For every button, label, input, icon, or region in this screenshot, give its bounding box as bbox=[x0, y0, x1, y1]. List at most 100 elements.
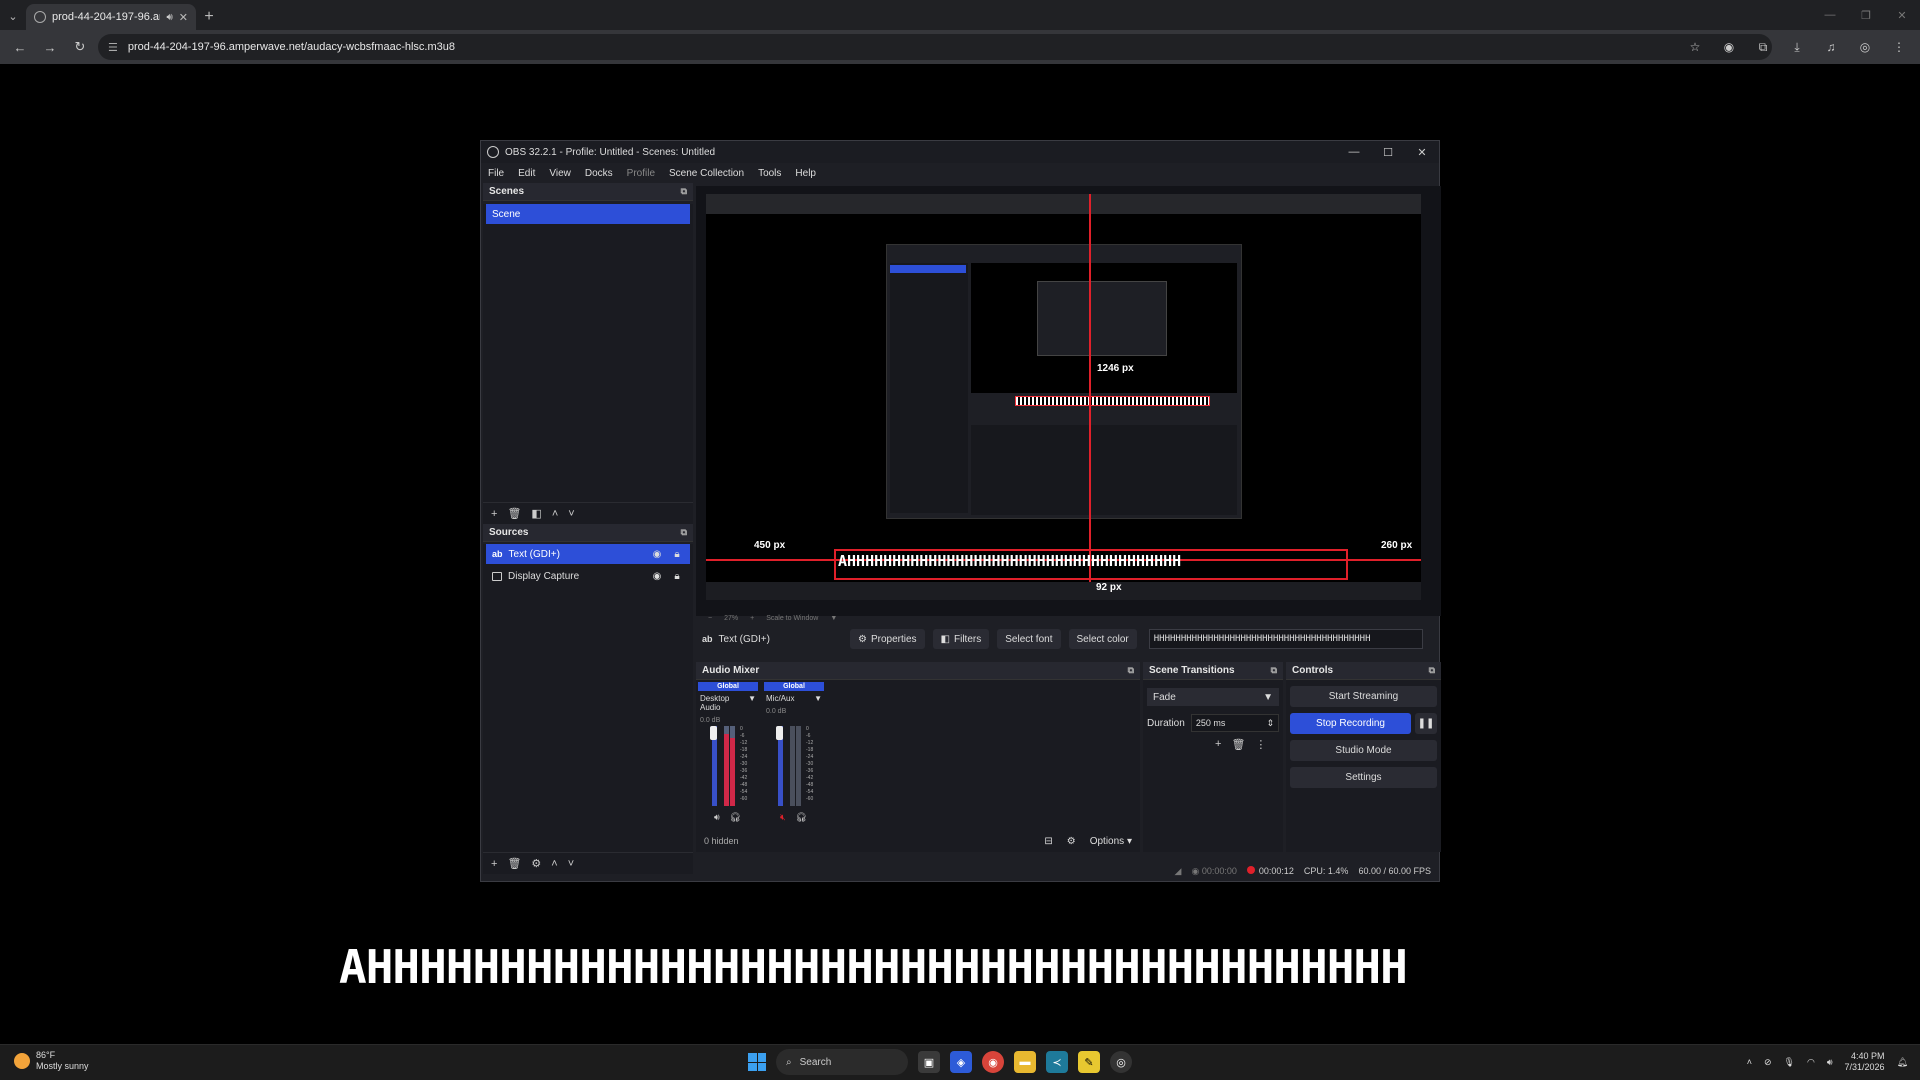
site-info-icon[interactable]: ☰ bbox=[108, 41, 118, 54]
menu-view[interactable]: View bbox=[549, 168, 571, 179]
tab-search-icon[interactable]: ⌄ bbox=[0, 2, 26, 30]
chevron-up-icon[interactable]: ˄ bbox=[1747, 1057, 1752, 1067]
hidden-count[interactable]: 0 hidden bbox=[704, 836, 739, 846]
headphones-icon[interactable]: 🎧︎ bbox=[796, 812, 807, 823]
forward-icon[interactable]: → bbox=[38, 35, 62, 59]
pause-recording-button[interactable]: ❚❚ bbox=[1415, 713, 1437, 734]
volume-meter[interactable]: 0 -6 -12 -18 -24 -30 -36 -42 -48 -54 -60 bbox=[710, 726, 747, 806]
properties-button[interactable]: ⚙ Properties bbox=[850, 629, 925, 649]
settings-button[interactable]: Settings bbox=[1290, 767, 1437, 788]
task-view-icon[interactable]: ▣ bbox=[918, 1051, 940, 1073]
profile-icon[interactable]: ◎ bbox=[1854, 35, 1876, 59]
options-button[interactable]: Options ▾ bbox=[1090, 836, 1132, 847]
scale-mode[interactable]: Scale to Window bbox=[766, 615, 818, 622]
weather-widget[interactable]: 86°F Mostly sunny bbox=[14, 1050, 89, 1072]
select-color-button[interactable]: Select color bbox=[1068, 629, 1137, 649]
start-streaming-button[interactable]: Start Streaming bbox=[1290, 686, 1437, 707]
new-tab-button[interactable]: + bbox=[196, 4, 222, 30]
undock-icon[interactable]: ⧉ bbox=[681, 527, 687, 538]
muted-speaker-icon[interactable]: 🔇︎ bbox=[780, 812, 786, 823]
zoom-out-icon[interactable]: − bbox=[708, 615, 712, 622]
clock[interactable]: 4:40 PM 7/31/2026 bbox=[1845, 1051, 1885, 1073]
address-bar[interactable]: ☰ prod-44-204-197-96.amperwave.net/audac… bbox=[98, 34, 1772, 60]
teams-icon[interactable]: ◈ bbox=[950, 1051, 972, 1073]
volume-slider-handle[interactable] bbox=[776, 726, 783, 740]
studio-mode-button[interactable]: Studio Mode bbox=[1290, 740, 1437, 761]
advanced-audio-icon[interactable]: ⚙ bbox=[1067, 836, 1076, 847]
source-item-display-capture[interactable]: Display Capture ◉ 🔒︎ bbox=[486, 566, 690, 586]
zoom-in-icon[interactable]: + bbox=[750, 615, 754, 622]
taskbar-search[interactable]: ⌕ Search bbox=[776, 1049, 908, 1075]
download-icon[interactable]: ⤓ bbox=[1786, 35, 1808, 59]
undock-icon[interactable]: ⧉ bbox=[1429, 665, 1435, 676]
bookmark-star-icon[interactable]: ☆ bbox=[1684, 35, 1706, 59]
maximize-icon[interactable]: ❐ bbox=[1848, 0, 1884, 30]
chevron-down-icon[interactable]: ▼ bbox=[830, 615, 837, 622]
transition-select[interactable]: Fade ▼ bbox=[1147, 688, 1279, 706]
menu-scene-collection[interactable]: Scene Collection bbox=[669, 168, 744, 179]
select-font-button[interactable]: Select font bbox=[997, 629, 1061, 649]
notifications-off-icon[interactable]: ⊘ bbox=[1764, 1057, 1772, 1068]
move-up-icon[interactable]: ˄ bbox=[552, 508, 558, 520]
microphone-icon[interactable]: 🎙︎ bbox=[1784, 1057, 1795, 1068]
volume-meter[interactable]: 0 -6 -12 -18 -24 -30 -36 -42 -48 -54 -60 bbox=[776, 726, 813, 806]
visibility-eye-icon[interactable]: ◉ bbox=[650, 571, 664, 582]
menu-file[interactable]: File bbox=[488, 168, 504, 179]
menu-icon[interactable]: ⋮ bbox=[1888, 35, 1910, 59]
volume-slider-handle[interactable] bbox=[710, 726, 717, 740]
layout-icon[interactable]: ⊟ bbox=[1044, 836, 1052, 847]
undock-icon[interactable]: ⧉ bbox=[1128, 665, 1134, 676]
start-icon[interactable] bbox=[748, 1053, 766, 1071]
obs-taskbar-icon[interactable]: ◎ bbox=[1110, 1051, 1132, 1073]
menu-tools[interactable]: Tools bbox=[758, 168, 781, 179]
notes-icon[interactable]: ✎ bbox=[1078, 1051, 1100, 1073]
more-icon[interactable]: ⋮ bbox=[1255, 738, 1266, 751]
close-tab-icon[interactable]: ✕ bbox=[179, 11, 188, 24]
obs-close-icon[interactable]: ✕ bbox=[1405, 146, 1439, 159]
filters-button[interactable]: ◧ Filters bbox=[932, 629, 990, 649]
obs-minimize-icon[interactable]: — bbox=[1337, 146, 1371, 159]
menu-edit[interactable]: Edit bbox=[518, 168, 535, 179]
source-item-text-gdi[interactable]: ab Text (GDI+) ◉ 🔒︎ bbox=[486, 544, 690, 564]
menu-profile[interactable]: Profile bbox=[627, 168, 655, 179]
spinner-icon[interactable]: ⇕ bbox=[1266, 718, 1274, 729]
obs-maximize-icon[interactable]: ☐ bbox=[1371, 146, 1405, 159]
chevron-down-icon[interactable]: ▼ bbox=[748, 694, 756, 712]
menu-docks[interactable]: Docks bbox=[585, 168, 613, 179]
notification-bell-icon[interactable]: 🔔︎ bbox=[1897, 1057, 1908, 1068]
minimize-icon[interactable]: — bbox=[1812, 0, 1848, 30]
filter-icon[interactable]: ◧ bbox=[531, 507, 541, 520]
chevron-down-icon[interactable]: ▼ bbox=[814, 694, 822, 703]
scene-item[interactable]: Scene bbox=[486, 204, 690, 224]
undock-icon[interactable]: ⧉ bbox=[681, 186, 687, 197]
add-icon[interactable]: + bbox=[491, 508, 497, 520]
undock-icon[interactable]: ⧉ bbox=[1271, 665, 1277, 676]
headphones-icon[interactable]: 🎧︎ bbox=[730, 812, 741, 823]
trash-icon[interactable]: 🗑︎ bbox=[1231, 738, 1245, 751]
chrome-extension-icon[interactable]: ◉ bbox=[1718, 35, 1740, 59]
duration-input[interactable]: 250 ms ⇕ bbox=[1190, 714, 1279, 732]
browser-tab[interactable]: prod-44-204-197-96.ampe 🔊︎ ✕ bbox=[26, 4, 196, 30]
trash-icon[interactable]: 🗑︎ bbox=[507, 507, 521, 520]
text-value-input[interactable]: HHHHHHHHHHHHHHHHHHHHHHHHHHHHHHHHHHHHHHHH bbox=[1148, 629, 1423, 649]
preview-canvas[interactable]: 1246 px AHHHHHHHHHHHHHHHHHHHHHHHHHHHHHHH… bbox=[706, 194, 1421, 600]
stop-recording-button[interactable]: Stop Recording bbox=[1290, 713, 1411, 734]
move-down-icon[interactable]: ˅ bbox=[568, 508, 574, 520]
extensions-icon[interactable]: ⧉ bbox=[1752, 35, 1774, 59]
close-icon[interactable]: ✕ bbox=[1884, 0, 1920, 30]
reload-icon[interactable]: ↻ bbox=[68, 35, 92, 59]
back-icon[interactable]: ← bbox=[8, 35, 32, 59]
lock-icon[interactable]: 🔒︎ bbox=[670, 571, 684, 582]
volume-icon[interactable]: 🔊︎ bbox=[1827, 1057, 1833, 1068]
vscode-icon[interactable]: ≺ bbox=[1046, 1051, 1068, 1073]
speaker-icon[interactable]: 🔊︎ bbox=[166, 12, 172, 23]
chrome-icon[interactable]: ◉ bbox=[982, 1051, 1004, 1073]
visibility-eye-icon[interactable]: ◉ bbox=[650, 549, 664, 560]
lock-icon[interactable]: 🔒︎ bbox=[670, 549, 684, 560]
speaker-icon[interactable]: 🔊︎ bbox=[714, 812, 720, 823]
file-explorer-icon[interactable]: ▬ bbox=[1014, 1051, 1036, 1073]
media-control-icon[interactable]: ♫ bbox=[1820, 35, 1842, 59]
wifi-icon[interactable]: ◠ bbox=[1807, 1057, 1815, 1068]
menu-help[interactable]: Help bbox=[795, 168, 816, 179]
add-icon[interactable]: + bbox=[1215, 738, 1221, 751]
